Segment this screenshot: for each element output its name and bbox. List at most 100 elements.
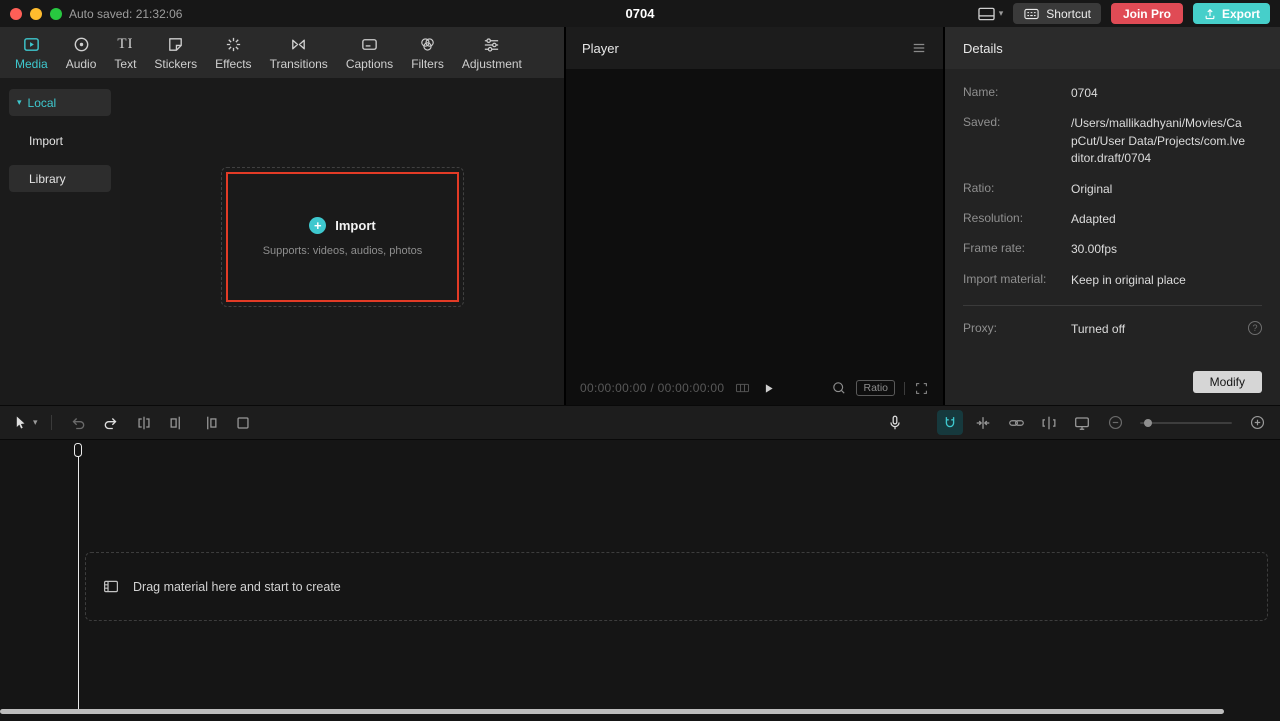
timeline-zoom-slider[interactable] — [1140, 422, 1232, 424]
tab-filters[interactable]: Filters — [402, 27, 453, 78]
detail-row-import-material: Import material: Keep in original place — [963, 272, 1262, 289]
media-content-area: + Import Supports: videos, audios, photo… — [120, 78, 564, 405]
tab-transitions[interactable]: Transitions — [261, 27, 337, 78]
detail-value: Adapted — [1071, 211, 1130, 228]
tab-audio-label: Audio — [66, 57, 97, 71]
horizontal-scrollbar[interactable] — [0, 709, 1224, 714]
play-button[interactable] — [761, 381, 776, 396]
details-panel: Details Name: 0704 Saved: /Users/mallika… — [945, 27, 1280, 405]
tab-text[interactable]: TI Text — [105, 27, 145, 78]
detail-value: Turned off — [1071, 321, 1139, 338]
proxy-info-icon[interactable]: ? — [1248, 321, 1262, 335]
adjustment-tab-icon — [482, 35, 501, 54]
ratio-button[interactable]: Ratio — [856, 380, 895, 396]
tab-effects[interactable]: Effects — [206, 27, 260, 78]
preview-axis-toggle[interactable] — [1036, 410, 1062, 435]
record-voiceover-button[interactable] — [882, 410, 908, 435]
media-tab-strip: Media Audio TI Text Stickers Effects Tra… — [0, 27, 564, 78]
shortcut-button[interactable]: Shortcut — [1013, 3, 1101, 24]
split-button[interactable] — [131, 410, 157, 435]
sidebar-import-label: Import — [29, 134, 63, 148]
player-controls: 00:00:00:00 / 00:00:00:00 Ratio — [566, 371, 943, 405]
tab-adjustment[interactable]: Adjustment — [453, 27, 531, 78]
player-menu-icon[interactable] — [911, 41, 927, 55]
detail-row-name: Name: 0704 — [963, 85, 1262, 102]
film-icon — [102, 578, 120, 595]
tab-captions[interactable]: Captions — [337, 27, 402, 78]
player-panel: Player 00:00:00:00 / 00:00:00:00 Ratio — [566, 27, 944, 405]
effects-tab-icon — [224, 35, 243, 54]
close-window-button[interactable] — [10, 8, 22, 20]
undo-button[interactable] — [65, 410, 91, 435]
auto-snap-toggle[interactable] — [970, 410, 996, 435]
frame-grid-icon[interactable] — [734, 380, 751, 396]
select-tool-chevron-icon[interactable]: ▾ — [33, 417, 38, 428]
player-viewport: 00:00:00:00 / 00:00:00:00 Ratio — [566, 69, 943, 405]
tab-media-label: Media — [15, 57, 48, 71]
tab-transitions-label: Transitions — [270, 57, 328, 71]
track-dropzone[interactable]: Drag material here and start to create — [85, 552, 1268, 621]
playhead-handle[interactable] — [74, 443, 82, 457]
detail-value: /Users/mallikadhyani/Movies/CapCut/User … — [1071, 115, 1262, 167]
delete-button[interactable] — [230, 410, 256, 435]
toolbar-divider — [51, 415, 52, 430]
controls-divider — [904, 382, 905, 395]
detail-label: Resolution: — [963, 211, 1071, 228]
material-adjust-button[interactable] — [1069, 410, 1095, 435]
detail-value: Keep in original place — [1071, 272, 1200, 289]
sidebar-item-library[interactable]: Library — [9, 165, 111, 192]
detail-label: Ratio: — [963, 181, 1071, 198]
sidebar-item-import[interactable]: Import — [9, 127, 111, 154]
tab-stickers[interactable]: Stickers — [145, 27, 206, 78]
details-body: Name: 0704 Saved: /Users/mallikadhyani/M… — [945, 69, 1280, 405]
detail-row-framerate: Frame rate: 30.00fps — [963, 241, 1262, 258]
auto-saved-status: Auto saved: 21:32:06 — [69, 7, 182, 21]
detail-label: Proxy: — [963, 321, 1071, 338]
import-row: + Import — [309, 217, 375, 234]
join-pro-label: Join Pro — [1123, 7, 1171, 21]
details-divider — [963, 305, 1262, 306]
timeline-toolbar: ▾ — [0, 405, 1280, 440]
trim-left-button[interactable] — [164, 410, 190, 435]
zoom-slider-handle[interactable] — [1144, 419, 1152, 427]
sidebar-library-label: Library — [29, 172, 66, 186]
trim-right-button[interactable] — [197, 410, 223, 435]
chevron-down-icon: ▾ — [999, 8, 1004, 19]
zoom-window-button[interactable] — [50, 8, 62, 20]
plus-icon: + — [309, 217, 326, 234]
zoom-in-button[interactable] — [1244, 410, 1270, 435]
timeline[interactable]: Drag material here and start to create — [0, 440, 1280, 721]
tab-filters-label: Filters — [411, 57, 444, 71]
fullscreen-icon[interactable] — [914, 381, 929, 396]
join-pro-button[interactable]: Join Pro — [1111, 3, 1183, 24]
player-title: Player — [582, 41, 619, 56]
titlebar-actions: ▾ Shortcut Join Pro Export — [977, 3, 1270, 24]
import-title: Import — [335, 218, 375, 233]
filters-tab-icon — [418, 35, 437, 54]
project-title: 0704 — [626, 6, 655, 21]
export-button[interactable]: Export — [1193, 3, 1270, 24]
tab-media[interactable]: Media — [6, 27, 57, 78]
adapt-zoom-icon[interactable] — [831, 380, 847, 396]
layout-switch-button[interactable]: ▾ — [977, 6, 1004, 22]
sidebar-local-label: Local — [28, 96, 57, 110]
media-panel: Media Audio TI Text Stickers Effects Tra… — [0, 27, 565, 405]
media-body: ▾ Local Import Library + Import Supports… — [0, 78, 564, 405]
select-tool-button[interactable] — [10, 410, 30, 435]
linkage-toggle[interactable] — [1003, 410, 1029, 435]
detail-row-ratio: Ratio: Original — [963, 181, 1262, 198]
zoom-out-button[interactable] — [1102, 410, 1128, 435]
transitions-tab-icon — [289, 35, 308, 54]
import-dropzone[interactable]: + Import Supports: videos, audios, photo… — [221, 167, 464, 307]
sidebar-item-local[interactable]: ▾ Local — [9, 89, 111, 116]
edit-tools: ▾ — [10, 410, 256, 435]
player-view-controls: Ratio — [831, 380, 929, 396]
minimize-window-button[interactable] — [30, 8, 42, 20]
tab-audio[interactable]: Audio — [57, 27, 106, 78]
dropzone-placeholder: Drag material here and start to create — [133, 580, 341, 594]
tab-effects-label: Effects — [215, 57, 251, 71]
redo-button[interactable] — [98, 410, 124, 435]
modify-button[interactable]: Modify — [1193, 371, 1262, 393]
main-track-magnet-toggle[interactable] — [937, 410, 963, 435]
detail-label: Import material: — [963, 272, 1071, 289]
